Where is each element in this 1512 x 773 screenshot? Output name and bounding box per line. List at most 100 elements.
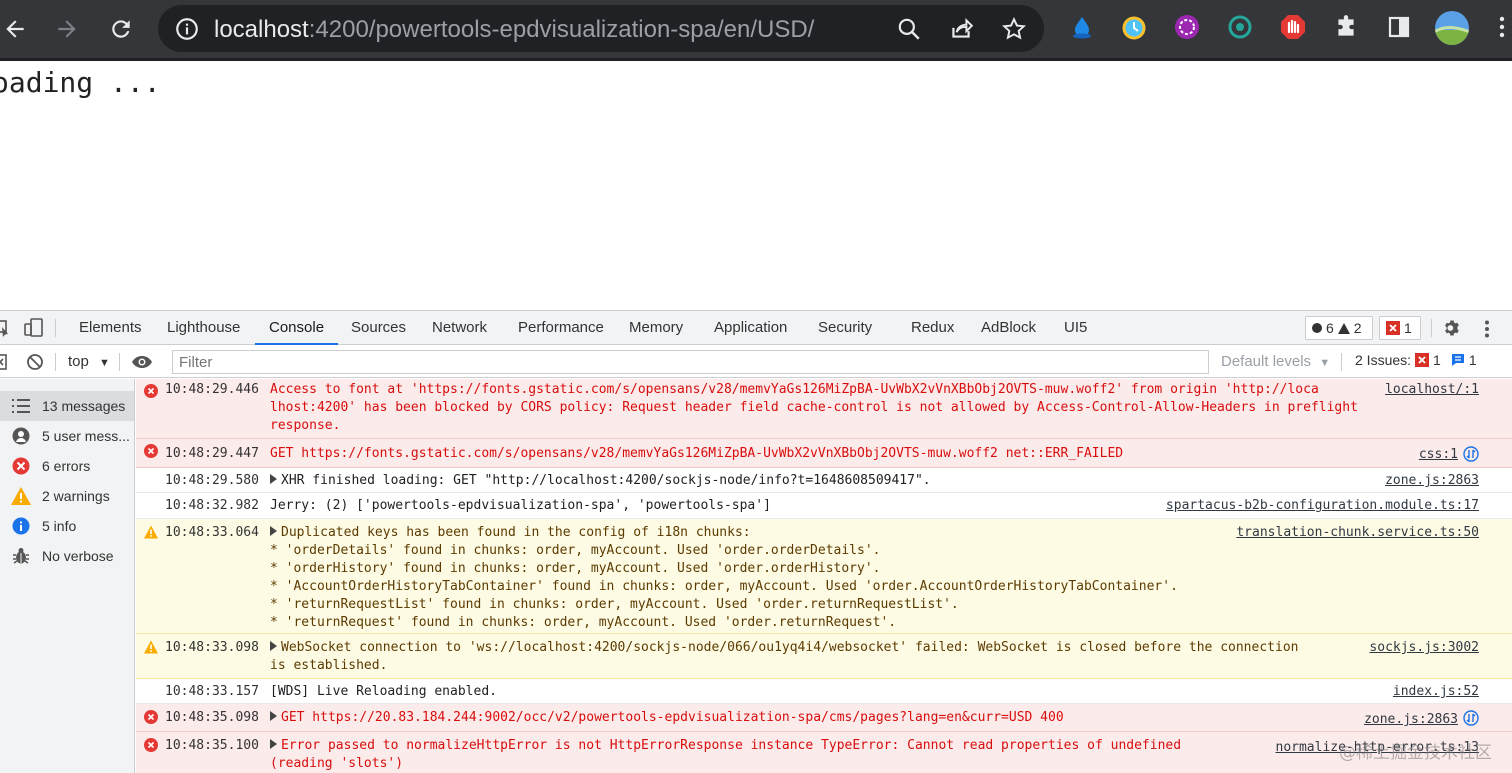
star-icon[interactable] (1001, 16, 1027, 42)
share-icon[interactable] (948, 16, 974, 42)
watermark: @稀土掘金技术社区 (1339, 743, 1492, 763)
error-icon (144, 738, 158, 752)
issues-counter[interactable]: 1 (1379, 316, 1421, 340)
message-source-link[interactable]: sockjs.js:3002 (1369, 640, 1479, 655)
tab-console[interactable]: Console (255, 311, 339, 345)
tab-memory[interactable]: Memory (629, 311, 683, 345)
tab-lighthouse[interactable]: Lighthouse (167, 311, 240, 345)
tab-network[interactable]: Network (432, 311, 487, 345)
tab-separator (1431, 319, 1432, 337)
tab-redux[interactable]: Redux (911, 311, 954, 345)
device-toggle-icon[interactable] (24, 318, 44, 338)
back-icon (6, 20, 24, 38)
warning-icon (144, 525, 158, 539)
console-message-log[interactable]: 10:48:32.982 Jerry: (2) ['powertools-epd… (136, 493, 1512, 519)
message-source-link[interactable]: zone.js:2863 (1364, 712, 1458, 727)
console-message-warning[interactable]: 10:48:33.064 Duplicated keys has been fo… (136, 519, 1512, 634)
devtools-more-icon[interactable] (1484, 320, 1490, 338)
reload-button[interactable] (102, 10, 140, 48)
warning-icon (11, 486, 31, 506)
issues-info-count: 1 (1468, 352, 1477, 368)
message-text: XHR finished loading: GET "http://localh… (281, 473, 931, 488)
extension-blue-drop-icon[interactable] (1067, 12, 1097, 42)
error-warning-counter[interactable]: 6 2 (1305, 316, 1373, 340)
tab-security[interactable]: Security (818, 311, 872, 345)
url-text[interactable]: localhost:4200/powertools-epdvisualizati… (214, 16, 814, 44)
forward-button[interactable] (48, 10, 86, 48)
issues-label: 2 Issues: (1355, 352, 1412, 368)
console-message-warning[interactable]: 10:48:33.098 WebSocket connection to 'ws… (136, 634, 1512, 679)
issue-error-icon (1386, 321, 1400, 335)
profile-avatar-icon[interactable] (1433, 9, 1471, 47)
tab-adblock[interactable]: AdBlock (981, 311, 1036, 345)
tab-application[interactable]: Application (714, 311, 787, 345)
console-message-error[interactable]: 10:48:29.446 Access to font at 'https://… (136, 379, 1512, 439)
warning-icon (144, 640, 158, 654)
context-selector[interactable]: top ▼ (68, 353, 110, 370)
tab-sources[interactable]: Sources (351, 311, 406, 345)
message-timestamp: 10:48:35.098 (165, 710, 259, 725)
puzzle-icon[interactable] (1331, 12, 1361, 42)
tab-separator (55, 319, 56, 337)
expand-triangle-icon[interactable] (270, 526, 277, 536)
issue-error-icon (1415, 353, 1430, 367)
message-source-link[interactable]: zone.js:2863 (1385, 473, 1479, 488)
filter-input[interactable] (172, 350, 1209, 374)
tab-ui5[interactable]: UI5 (1064, 311, 1087, 345)
log-levels-label: Default levels (1221, 353, 1312, 370)
sidebar-toggle-icon[interactable] (0, 354, 8, 370)
tab-elements[interactable]: Elements (79, 311, 142, 345)
zoom-icon[interactable] (896, 16, 922, 42)
message-source-link[interactable]: translation-chunk.service.ts:50 (1236, 525, 1479, 540)
error-icon (144, 710, 158, 724)
extension-purple-icon[interactable] (1172, 12, 1202, 42)
message-source-link[interactable]: localhost/:1 (1379, 382, 1479, 397)
message-source-link[interactable]: index.js:52 (1393, 684, 1479, 699)
console-toolbar: top ▼ Default levels ▼ 2 Issues: 1 1 (0, 346, 1512, 378)
back-button[interactable] (0, 10, 34, 48)
side-panel-icon[interactable] (1384, 12, 1414, 42)
sidebar-item-errors[interactable]: 6 errors (0, 451, 134, 481)
more-icon[interactable] (1492, 12, 1512, 42)
message-line: * 'orderDetails' found in chunks: order,… (270, 543, 881, 558)
clear-console-icon[interactable] (26, 353, 44, 371)
expand-triangle-icon[interactable] (270, 739, 277, 749)
console-message-error[interactable]: 10:48:35.098 GET https://20.83.184.244:9… (136, 704, 1512, 732)
sidebar-item-info[interactable]: 5 info (0, 511, 134, 541)
sidebar-item-warnings[interactable]: 2 warnings (0, 481, 134, 511)
sidebar-item-messages[interactable]: 13 messages (0, 391, 134, 421)
console-message-log[interactable]: 10:48:33.157 [WDS] Live Reloading enable… (136, 679, 1512, 704)
console-messages: 10:48:29.446 Access to font at 'https://… (136, 379, 1512, 773)
console-message-error[interactable]: 10:48:29.447 GET https://fonts.gstatic.c… (136, 439, 1512, 468)
message-source-link[interactable]: spartacus-b2b-configuration.module.ts:17 (1166, 498, 1479, 513)
error-count: 6 (1326, 320, 1334, 336)
extension-clock-icon[interactable] (1119, 12, 1149, 42)
expand-triangle-icon[interactable] (270, 711, 277, 721)
log-levels-dropdown[interactable]: Default levels ▼ (1221, 353, 1330, 370)
inspect-element-icon[interactable] (0, 319, 10, 337)
message-source-link[interactable]: css:1 (1419, 447, 1458, 462)
message-text: Duplicated keys has been found in the co… (281, 525, 751, 540)
expand-triangle-icon[interactable] (270, 641, 277, 651)
live-expression-eye-icon[interactable] (131, 355, 153, 369)
message-text: GET https://20.83.184.244:9002/occ/v2/po… (281, 710, 1064, 725)
message-timestamp: 10:48:29.446 (165, 382, 259, 397)
console-message-error[interactable]: 10:48:35.100 Error passed to normalizeHt… (136, 732, 1512, 773)
chevron-down-icon: ▼ (1319, 357, 1331, 369)
context-label: top (68, 353, 89, 370)
sidebar-item-verbose[interactable]: No verbose (0, 541, 134, 571)
console-message-log[interactable]: 10:48:29.580 XHR finished loading: GET "… (136, 468, 1512, 493)
expand-triangle-icon[interactable] (270, 474, 277, 484)
message-line: WebSocket connection to 'ws://localhost:… (270, 640, 1298, 655)
extension-teal-eye-icon[interactable] (1225, 12, 1255, 42)
address-bar[interactable]: localhost:4200/powertools-epdvisualizati… (158, 5, 1044, 52)
tab-performance[interactable]: Performance (518, 311, 604, 345)
info-icon[interactable] (174, 16, 200, 42)
extension-adblock-hand-icon[interactable] (1278, 12, 1308, 42)
message-line: GET https://20.83.184.244:9002/occ/v2/po… (270, 710, 1064, 725)
issues-link[interactable]: 2 Issues: 1 1 (1355, 352, 1477, 368)
network-request-icon[interactable] (1463, 446, 1479, 462)
network-request-icon[interactable] (1463, 710, 1479, 726)
settings-gear-icon[interactable] (1442, 318, 1462, 338)
sidebar-item-user-messages[interactable]: 5 user mess... (0, 421, 134, 451)
